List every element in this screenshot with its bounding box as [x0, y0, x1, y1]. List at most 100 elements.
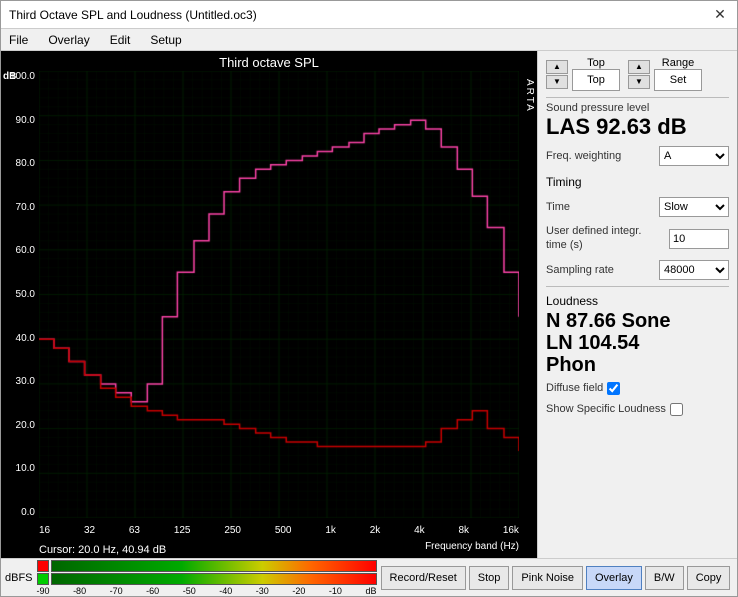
clip-indicator-left	[37, 560, 49, 572]
diffuse-field-row: Diffuse field	[546, 382, 729, 395]
loudness-n-value: N 87.66 Sone	[546, 310, 729, 332]
sampling-rate-label: Sampling rate	[546, 264, 614, 276]
x-tick-8k: 8k	[458, 525, 469, 536]
x-axis-ticks: 16 32 63 125 250 500 1k 2k 4k 8k 16k	[39, 525, 519, 536]
scale-neg50: -50	[183, 586, 196, 596]
overlay-button[interactable]: Overlay	[586, 566, 642, 590]
right-panel: ▲ ▼ Top Top ▲ ▼	[537, 51, 737, 558]
top-down-button[interactable]: ▼	[546, 75, 568, 89]
bottom-buttons: Record/Reset Stop Pink Noise Overlay B/W…	[381, 566, 731, 590]
scale-neg30: -30	[256, 586, 269, 596]
time-select[interactable]: Slow Fast Impulse Leq	[659, 197, 729, 217]
diffuse-field-label: Diffuse field	[546, 382, 603, 394]
y-tick-60: 60.0	[16, 245, 35, 256]
level-scale: -90 -80 -70 -60 -50 -40 -30 -20 -10 dB	[37, 586, 377, 596]
y-tick-10: 10.0	[16, 463, 35, 474]
main-window: Third Octave SPL and Loudness (Untitled.…	[0, 0, 738, 597]
show-specific-label: Show Specific Loudness	[546, 403, 666, 415]
scale-neg70: -70	[110, 586, 123, 596]
y-tick-50: 50.0	[16, 289, 35, 300]
scale-neg80: -80	[73, 586, 86, 596]
close-button[interactable]: ✕	[711, 6, 729, 24]
timing-header: Timing	[546, 175, 729, 189]
x-tick-16k: 16k	[503, 525, 519, 536]
y-tick-0: 0.0	[21, 507, 35, 518]
time-label: Time	[546, 201, 570, 213]
scale-neg20: -20	[292, 586, 305, 596]
loudness-phon-value: Phon	[546, 354, 729, 376]
range-arrows: ▲ ▼	[628, 60, 650, 89]
x-tick-16: 16	[39, 525, 50, 536]
x-tick-63: 63	[129, 525, 140, 536]
main-content: Third octave SPL dB 100.0 90.0 80.0 70.0…	[1, 51, 737, 558]
cursor-info: Cursor: 20.0 Hz, 40.94 dB	[39, 542, 166, 558]
chart-title: Third octave SPL	[1, 51, 537, 72]
x-tick-250: 250	[224, 525, 241, 536]
record-reset-button[interactable]: Record/Reset	[381, 566, 466, 590]
x-tick-500: 500	[275, 525, 292, 536]
y-tick-20: 20.0	[16, 420, 35, 431]
loudness-ln-value: LN 104.54	[546, 332, 729, 354]
top-control-group: ▲ ▼ Top Top	[546, 57, 620, 91]
scale-neg90: -90	[37, 586, 50, 596]
pink-noise-button[interactable]: Pink Noise	[512, 566, 583, 590]
level-bar-right	[51, 573, 377, 585]
sampling-rate-row: Sampling rate 44100 48000 96000	[546, 260, 729, 280]
time-row: Time Slow Fast Impulse Leq	[546, 197, 729, 217]
y-tick-90: 90.0	[16, 115, 35, 126]
menu-setup[interactable]: Setup	[146, 31, 185, 49]
level-meter: -90 -80 -70 -60 -50 -40 -30 -20 -10 dB	[37, 560, 377, 596]
sampling-rate-select[interactable]: 44100 48000 96000	[659, 260, 729, 280]
range-label: Range	[662, 57, 694, 69]
x-tick-125: 125	[174, 525, 191, 536]
copy-button[interactable]: Copy	[687, 566, 731, 590]
x-tick-4k: 4k	[414, 525, 425, 536]
loudness-section: Loudness N 87.66 Sone LN 104.54 Phon	[546, 286, 729, 376]
y-axis-ticks: 100.0 90.0 80.0 70.0 60.0 50.0 40.0 30.0…	[1, 71, 39, 518]
top-arrows: ▲ ▼	[546, 60, 568, 89]
level-bar-left	[51, 560, 377, 572]
show-specific-checkbox[interactable]	[670, 403, 683, 416]
y-tick-40: 40.0	[16, 333, 35, 344]
user-defined-input[interactable]	[669, 229, 729, 249]
scale-neg10: -10	[329, 586, 342, 596]
spl-label: Sound pressure level	[546, 102, 729, 114]
show-specific-row: Show Specific Loudness	[546, 403, 729, 416]
menu-file[interactable]: File	[5, 31, 32, 49]
freq-weighting-select[interactable]: A C Z	[659, 146, 729, 166]
freq-weighting-label: Freq. weighting	[546, 150, 621, 162]
clip-indicator-right	[37, 573, 49, 585]
diffuse-field-checkbox[interactable]	[607, 382, 620, 395]
chart-area: Third octave SPL dB 100.0 90.0 80.0 70.0…	[1, 51, 537, 558]
bw-button[interactable]: B/W	[645, 566, 684, 590]
x-tick-1k: 1k	[325, 525, 336, 536]
chart-canvas-wrapper	[39, 71, 519, 518]
scale-db: dB	[365, 586, 376, 596]
title-bar: Third Octave SPL and Loudness (Untitled.…	[1, 1, 737, 29]
scale-neg60: -60	[146, 586, 159, 596]
top-up-button[interactable]: ▲	[546, 60, 568, 74]
y-tick-100: 100.0	[10, 71, 35, 82]
range-down-button[interactable]: ▼	[628, 75, 650, 89]
menu-edit[interactable]: Edit	[106, 31, 135, 49]
top-value-button[interactable]: Top	[572, 69, 620, 91]
range-up-button[interactable]: ▲	[628, 60, 650, 74]
y-tick-80: 80.0	[16, 158, 35, 169]
y-tick-70: 70.0	[16, 202, 35, 213]
y-tick-30: 30.0	[16, 376, 35, 387]
menu-bar: File Overlay Edit Setup	[1, 29, 737, 51]
window-title: Third Octave SPL and Loudness (Untitled.…	[9, 8, 257, 22]
spl-section: Sound pressure level LAS 92.63 dB	[546, 97, 729, 140]
user-defined-row: User defined integr. time (s)	[546, 225, 729, 251]
range-control-group: ▲ ▼ Range Set	[628, 57, 702, 91]
stop-button[interactable]: Stop	[469, 566, 510, 590]
top-label: Top	[587, 57, 605, 69]
x-tick-2k: 2k	[370, 525, 381, 536]
spl-value: LAS 92.63 dB	[546, 114, 729, 140]
user-defined-label: User defined integr. time (s)	[546, 225, 646, 251]
arta-label: ARTA	[524, 79, 535, 113]
chart-canvas[interactable]	[39, 71, 519, 518]
set-value-button[interactable]: Set	[654, 69, 702, 91]
nav-controls: ▲ ▼ Top Top ▲ ▼	[546, 57, 729, 91]
menu-overlay[interactable]: Overlay	[44, 31, 93, 49]
